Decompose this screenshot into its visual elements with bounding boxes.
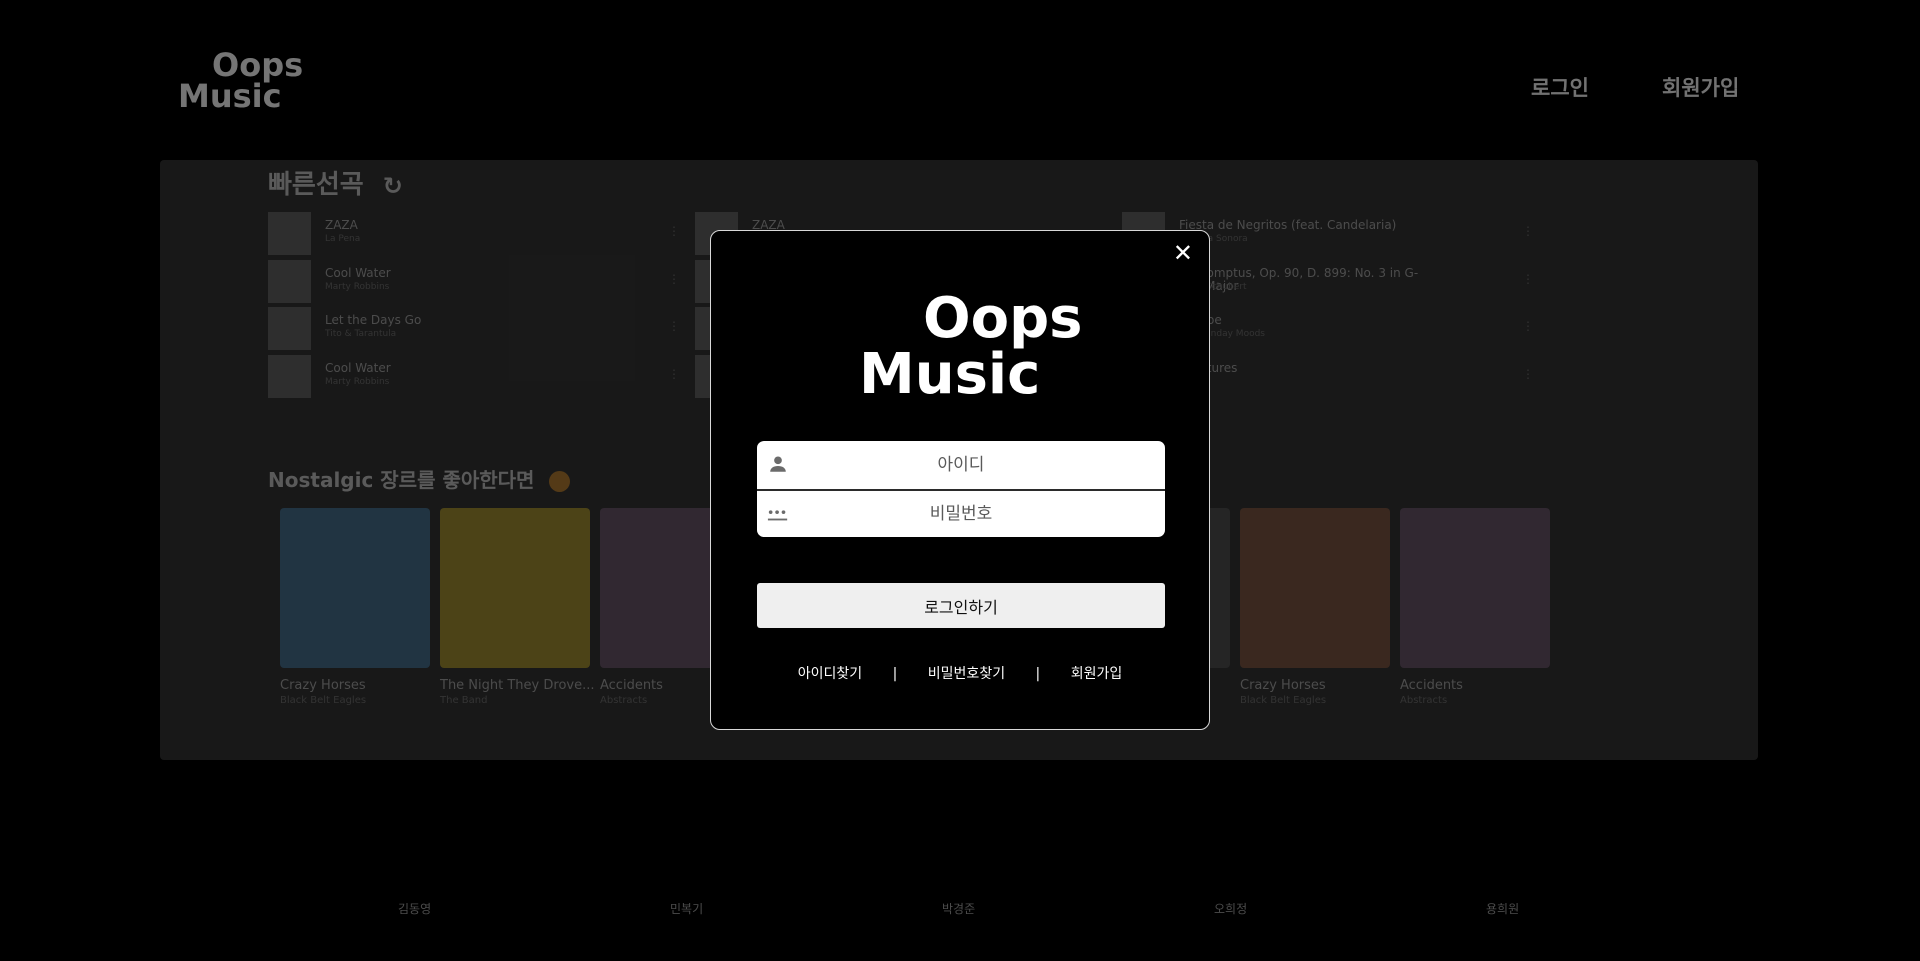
signup-link[interactable]: 회원가입	[1071, 666, 1123, 682]
id-input[interactable]	[757, 441, 1165, 489]
link-separator: |	[1035, 666, 1041, 682]
modal-logo-line-1: Oops	[923, 286, 1083, 351]
account-links: 아이디찾기 | 비밀번호찾기 | 회원가입	[711, 663, 1209, 683]
login-button[interactable]: 로그인하기	[757, 583, 1165, 628]
password-input[interactable]	[757, 491, 1165, 537]
login-modal: ✕ Oops Music 로그인하기 아이디찾기 | 비밀번호찾기 |	[710, 230, 1210, 730]
login-form	[757, 441, 1165, 537]
password-field	[757, 489, 1165, 537]
password-icon	[767, 510, 788, 521]
close-icon[interactable]: ✕	[1173, 239, 1193, 267]
modal-logo-line-2: Music	[859, 342, 1041, 407]
find-id-link[interactable]: 아이디찾기	[798, 666, 862, 682]
modal-logo: Oops Music	[859, 286, 1083, 407]
user-icon	[770, 456, 786, 472]
find-password-link[interactable]: 비밀번호찾기	[928, 666, 1005, 682]
link-separator: |	[892, 666, 898, 682]
id-field	[757, 441, 1165, 489]
